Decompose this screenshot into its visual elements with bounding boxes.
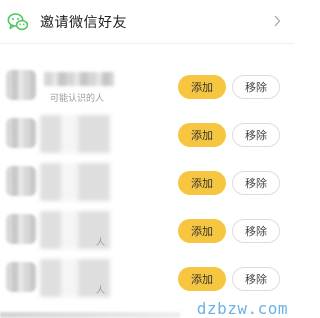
remove-button[interactable]: 移除 <box>232 123 280 147</box>
avatar <box>6 118 36 148</box>
add-button[interactable]: 添加 <box>178 171 226 195</box>
invite-label: 邀请微信好友 <box>40 14 127 30</box>
friend-subtitle: 人 <box>96 285 106 295</box>
friend-info-blurred <box>40 115 110 153</box>
avatar <box>6 262 36 292</box>
avatar <box>6 214 36 244</box>
remove-button[interactable]: 移除 <box>232 75 280 99</box>
friend-row: 可能认识的人 添加 移除 <box>0 61 294 109</box>
avatar <box>6 70 36 100</box>
remove-button[interactable]: 移除 <box>232 219 280 243</box>
friend-row: 人 添加 移除 <box>0 253 294 301</box>
watermark: dzbzw.com <box>196 299 288 318</box>
add-button[interactable]: 添加 <box>178 123 226 147</box>
friend-info-blurred <box>40 163 110 201</box>
add-button[interactable]: 添加 <box>178 267 226 291</box>
add-button[interactable]: 添加 <box>178 219 226 243</box>
friend-row: 添加 移除 <box>0 109 294 157</box>
friend-name-blurred <box>44 72 114 86</box>
avatar <box>6 166 36 196</box>
remove-button[interactable]: 移除 <box>232 267 280 291</box>
friend-subtitle: 人 <box>96 237 106 247</box>
friend-row: 人 添加 移除 <box>0 205 294 253</box>
partial-row-blurred <box>0 312 180 318</box>
invite-wechat-friends-row[interactable]: 邀请微信好友 <box>0 0 294 44</box>
wechat-icon <box>7 13 29 31</box>
friend-row: 添加 移除 <box>0 157 294 205</box>
remove-button[interactable]: 移除 <box>232 171 280 195</box>
friend-subtitle: 可能认识的人 <box>50 93 105 103</box>
chevron-right-icon <box>274 15 281 27</box>
add-button[interactable]: 添加 <box>178 75 226 99</box>
